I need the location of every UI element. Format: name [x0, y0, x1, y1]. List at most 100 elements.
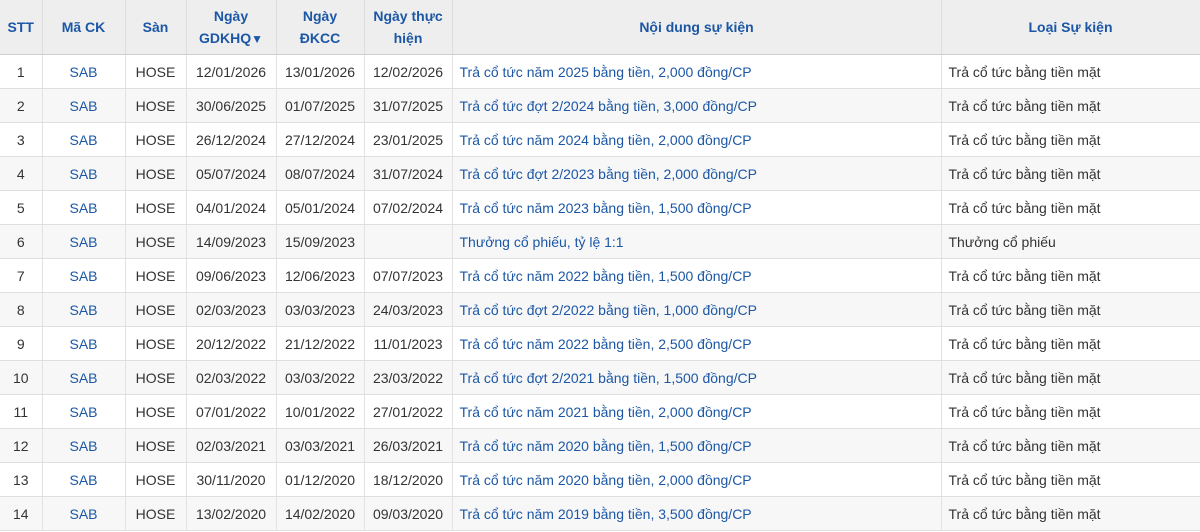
cell-stock-code-link[interactable]: SAB [42, 462, 126, 497]
table-row: 9 SAB HOSE 20/12/2022 21/12/2022 11/01/2023 Tr… [0, 326, 1200, 361]
cell-ngay-thuc-hien: 24/03/2023 [364, 292, 453, 327]
cell-event-type: Thưởng cổ phiếu [941, 224, 1200, 259]
cell-exchange: HOSE [125, 292, 187, 327]
table-row: 7 SAB HOSE 09/06/2023 12/06/2023 07/07/2023 Tr… [0, 258, 1200, 293]
cell-ngay-gdkhq: 02/03/2023 [186, 292, 277, 327]
cell-stock-code-link[interactable]: SAB [42, 326, 126, 361]
cell-exchange: HOSE [125, 360, 187, 395]
cell-ngay-gdkhq: 13/02/2020 [186, 496, 277, 531]
cell-stt: 14 [0, 496, 43, 531]
cell-stt: 8 [0, 292, 43, 327]
cell-event-content-link[interactable]: Trả cổ tức năm 2019 bằng tiền, 3,500 đồn… [452, 496, 942, 531]
cell-stt: 2 [0, 88, 43, 123]
cell-exchange: HOSE [125, 54, 187, 89]
cell-ngay-thuc-hien: 07/07/2023 [364, 258, 453, 293]
cell-ngay-dkcc: 08/07/2024 [276, 156, 365, 191]
col-header-ma-ck-label: Mã CK [61, 19, 106, 35]
cell-stock-code-link[interactable]: SAB [42, 122, 126, 157]
sort-desc-icon[interactable]: ▼ [251, 32, 263, 46]
cell-event-content-link[interactable]: Trả cổ tức năm 2022 bằng tiền, 2,500 đồn… [452, 326, 942, 361]
cell-ngay-gdkhq: 14/09/2023 [186, 224, 277, 259]
cell-exchange: HOSE [125, 462, 187, 497]
cell-stock-code-link[interactable]: SAB [42, 496, 126, 531]
col-header-san[interactable]: Sàn [125, 0, 187, 55]
table-row: 11 SAB HOSE 07/01/2022 10/01/2022 27/01/2022 T… [0, 394, 1200, 429]
cell-event-type: Trả cổ tức bằng tiền mặt [941, 394, 1200, 429]
cell-event-content-link[interactable]: Trả cổ tức đợt 2/2021 bằng tiền, 1,500 đ… [452, 360, 942, 395]
table-row: 8 SAB HOSE 02/03/2023 03/03/2023 24/03/2023 Tr… [0, 292, 1200, 327]
table-header: STT Mã CK Sàn Ngày GDKHQ▼ Ngày ĐKCC Ngày… [0, 0, 1200, 55]
cell-stt: 9 [0, 326, 43, 361]
cell-exchange: HOSE [125, 428, 187, 463]
col-header-ngay-dkcc-line1: Ngày [302, 8, 338, 24]
cell-stock-code-link[interactable]: SAB [42, 360, 126, 395]
cell-event-content-link[interactable]: Trả cổ tức năm 2024 bằng tiền, 2,000 đồn… [452, 122, 942, 157]
cell-stock-code-link[interactable]: SAB [42, 394, 126, 429]
cell-ngay-thuc-hien: 23/03/2022 [364, 360, 453, 395]
cell-ngay-thuc-hien: 07/02/2024 [364, 190, 453, 225]
cell-event-content-link[interactable]: Trả cổ tức năm 2022 bằng tiền, 1,500 đồn… [452, 258, 942, 293]
cell-ngay-dkcc: 21/12/2022 [276, 326, 365, 361]
cell-stock-code-link[interactable]: SAB [42, 156, 126, 191]
cell-stock-code-link[interactable]: SAB [42, 54, 126, 89]
table-body: 1 SAB HOSE 12/01/2026 13/01/2026 12/02/2026 Tr… [0, 54, 1200, 531]
cell-ngay-thuc-hien: 31/07/2024 [364, 156, 453, 191]
cell-stock-code-link[interactable]: SAB [42, 88, 126, 123]
cell-event-content-link[interactable]: Thưởng cổ phiếu, tỷ lệ 1:1 [452, 224, 942, 259]
col-header-ma-ck[interactable]: Mã CK [42, 0, 126, 55]
cell-ngay-dkcc: 13/01/2026 [276, 54, 365, 89]
cell-exchange: HOSE [125, 394, 187, 429]
cell-exchange: HOSE [125, 190, 187, 225]
table-row: 3 SAB HOSE 26/12/2024 27/12/2024 23/01/2025 Tr… [0, 122, 1200, 157]
cell-event-type: Trả cổ tức bằng tiền mặt [941, 326, 1200, 361]
col-header-ngay-thuc-hien[interactable]: Ngày thực hiện [364, 0, 453, 55]
cell-ngay-gdkhq: 30/06/2025 [186, 88, 277, 123]
col-header-noi-dung[interactable]: Nội dung sự kiện [452, 0, 942, 55]
cell-ngay-dkcc: 03/03/2021 [276, 428, 365, 463]
cell-stock-code-link[interactable]: SAB [42, 190, 126, 225]
cell-event-content-link[interactable]: Trả cổ tức năm 2021 bằng tiền, 2,000 đồn… [452, 394, 942, 429]
cell-event-content-link[interactable]: Trả cổ tức năm 2025 bằng tiền, 2,000 đồn… [452, 54, 942, 89]
col-header-ngay-thuc-hien-line1: Ngày thực [373, 8, 443, 24]
col-header-ngay-dkcc-line2: ĐKCC [299, 30, 341, 46]
cell-event-content-link[interactable]: Trả cổ tức đợt 2/2022 bằng tiền, 1,000 đ… [452, 292, 942, 327]
cell-ngay-gdkhq: 26/12/2024 [186, 122, 277, 157]
cell-ngay-gdkhq: 07/01/2022 [186, 394, 277, 429]
cell-event-type: Trả cổ tức bằng tiền mặt [941, 122, 1200, 157]
cell-ngay-gdkhq: 04/01/2024 [186, 190, 277, 225]
cell-stt: 5 [0, 190, 43, 225]
cell-stock-code-link[interactable]: SAB [42, 292, 126, 327]
col-header-stt: STT [0, 0, 43, 55]
cell-ngay-dkcc: 10/01/2022 [276, 394, 365, 429]
cell-stock-code-link[interactable]: SAB [42, 428, 126, 463]
cell-ngay-thuc-hien: 31/07/2025 [364, 88, 453, 123]
table-row: 14 SAB HOSE 13/02/2020 14/02/2020 09/03/2020 T… [0, 496, 1200, 531]
cell-event-type: Trả cổ tức bằng tiền mặt [941, 428, 1200, 463]
cell-event-content-link[interactable]: Trả cổ tức đợt 2/2023 bằng tiền, 2,000 đ… [452, 156, 942, 191]
cell-event-content-link[interactable]: Trả cổ tức năm 2020 bằng tiền, 2,000 đồn… [452, 462, 942, 497]
cell-exchange: HOSE [125, 122, 187, 157]
cell-event-content-link[interactable]: Trả cổ tức năm 2020 bằng tiền, 1,500 đồn… [452, 428, 942, 463]
col-header-ngay-dkcc[interactable]: Ngày ĐKCC [276, 0, 365, 55]
cell-event-type: Trả cổ tức bằng tiền mặt [941, 462, 1200, 497]
col-header-loai-su-kien[interactable]: Loại Sự kiện [941, 0, 1200, 55]
cell-event-type: Trả cổ tức bằng tiền mặt [941, 496, 1200, 531]
cell-exchange: HOSE [125, 326, 187, 361]
cell-stt: 11 [0, 394, 43, 429]
cell-event-type: Trả cổ tức bằng tiền mặt [941, 292, 1200, 327]
corporate-events-table: STT Mã CK Sàn Ngày GDKHQ▼ Ngày ĐKCC Ngày… [0, 0, 1200, 531]
col-header-ngay-gdkhq-line2: GDKHQ [198, 29, 252, 46]
cell-ngay-thuc-hien: 18/12/2020 [364, 462, 453, 497]
cell-stock-code-link[interactable]: SAB [42, 258, 126, 293]
cell-exchange: HOSE [125, 88, 187, 123]
cell-event-content-link[interactable]: Trả cổ tức đợt 2/2024 bằng tiền, 3,000 đ… [452, 88, 942, 123]
col-header-ngay-thuc-hien-line2: hiện [393, 30, 423, 46]
cell-ngay-thuc-hien: 27/01/2022 [364, 394, 453, 429]
col-header-ngay-gdkhq[interactable]: Ngày GDKHQ▼ [186, 0, 277, 55]
cell-event-content-link[interactable]: Trả cổ tức năm 2023 bằng tiền, 1,500 đồn… [452, 190, 942, 225]
cell-stock-code-link[interactable]: SAB [42, 224, 126, 259]
cell-ngay-gdkhq: 02/03/2022 [186, 360, 277, 395]
cell-ngay-dkcc: 12/06/2023 [276, 258, 365, 293]
cell-event-type: Trả cổ tức bằng tiền mặt [941, 88, 1200, 123]
table-row: 2 SAB HOSE 30/06/2025 01/07/2025 31/07/2025 Tr… [0, 88, 1200, 123]
